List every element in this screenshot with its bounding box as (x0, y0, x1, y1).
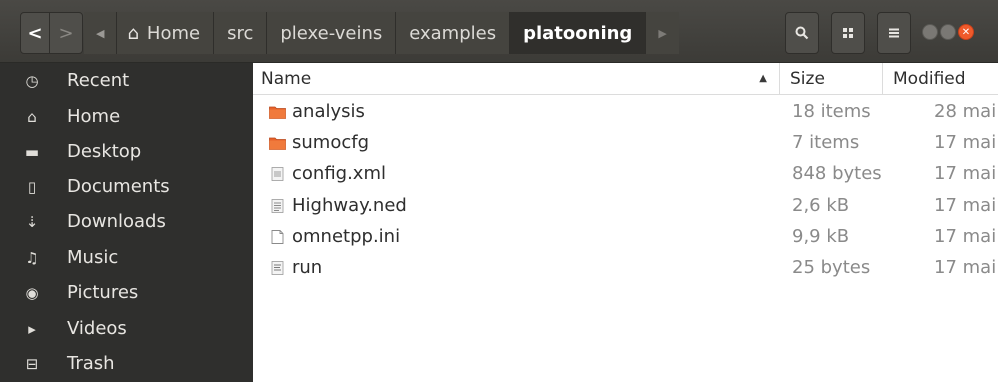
breadcrumb-platooning[interactable]: platooning (510, 12, 647, 54)
breadcrumb-label: Home (146, 22, 201, 44)
sidebar-item-desktop[interactable]: ▬ Desktop (0, 134, 253, 169)
sidebar-item-label: Downloads (67, 211, 166, 232)
file-name: omnetpp.ini (292, 226, 401, 247)
sidebar-item-home[interactable]: ⌂ Home (0, 99, 253, 134)
forward-button[interactable]: > (49, 12, 83, 54)
folder-icon: ▬ (24, 142, 40, 161)
breadcrumb-label: src (227, 22, 254, 44)
file-modified: 28 mai (934, 101, 997, 122)
sidebar-item-label: Home (67, 106, 121, 127)
breadcrumb: ◀ ⌂ Home src plexe-veins examples platoo… (84, 12, 679, 54)
file-list: Name ▲ Size Modified analysis 18 items 2… (253, 63, 998, 382)
sidebar-item-label: Pictures (67, 282, 139, 303)
sidebar-item-downloads[interactable]: ⇣ Downloads (0, 204, 253, 239)
file-size: 18 items (792, 101, 871, 122)
breadcrumb-scroll-right[interactable]: ▶ (646, 12, 679, 54)
hamburger-icon (889, 28, 899, 38)
sidebar-item-music[interactable]: ♫ Music (0, 240, 253, 275)
grid-icon (843, 28, 853, 38)
sidebar-item-label: Recent (67, 70, 130, 91)
sidebar-item-documents[interactable]: ▯ Documents (0, 169, 253, 204)
sidebar-item-pictures[interactable]: ◉ Pictures (0, 275, 253, 310)
sidebar-item-videos[interactable]: ▸ Videos (0, 311, 253, 346)
file-size: 7 items (792, 132, 860, 153)
file-modified: 17 mai (934, 195, 997, 216)
sort-ascending-icon: ▲ (759, 73, 767, 84)
video-icon: ▸ (28, 319, 36, 338)
menu-button[interactable] (877, 12, 911, 54)
file-name: config.xml (292, 163, 386, 184)
script-file-icon (271, 261, 284, 275)
sidebar-item-label: Trash (67, 353, 115, 374)
file-row-run[interactable]: run 25 bytes 17 mai (253, 253, 998, 284)
sidebar-item-label: Documents (67, 176, 170, 197)
breadcrumb-src[interactable]: src (214, 12, 268, 54)
breadcrumb-home[interactable]: ⌂ Home (117, 12, 215, 54)
column-header-label: Size (790, 68, 825, 89)
forward-icon: > (58, 22, 74, 44)
trash-icon: ⊟ (25, 354, 39, 373)
sidebar-item-label: Desktop (67, 141, 142, 162)
folder-icon (269, 106, 286, 119)
file-manager-window: < > ◀ ⌂ Home src plexe-veins examples pl (0, 0, 998, 382)
file-size: 9,9 kB (792, 226, 850, 247)
sidebar-item-label: Music (67, 247, 119, 268)
column-header-modified[interactable]: Modified (883, 63, 998, 95)
breadcrumb-examples[interactable]: examples (396, 12, 511, 54)
file-name: Highway.ned (292, 195, 407, 216)
folder-icon (269, 137, 286, 150)
column-header-label: Modified (893, 68, 966, 89)
file-row-config-xml[interactable]: config.xml 848 bytes 17 mai (253, 159, 998, 190)
header-bar: < > ◀ ⌂ Home src plexe-veins examples pl (0, 0, 998, 63)
search-icon (795, 26, 809, 40)
file-modified: 17 mai (934, 257, 997, 278)
music-icon: ♫ (25, 248, 39, 267)
file-size: 25 bytes (792, 257, 871, 278)
view-options-button[interactable] (831, 12, 865, 54)
column-header-size[interactable]: Size (780, 63, 883, 95)
file-name: run (292, 257, 323, 278)
breadcrumb-scroll-left[interactable]: ◀ (84, 12, 118, 54)
back-button[interactable]: < (20, 12, 50, 54)
document-icon: ▯ (27, 177, 37, 196)
file-size: 848 bytes (792, 163, 882, 184)
file-modified: 17 mai (934, 226, 997, 247)
blank-file-icon (271, 230, 284, 244)
file-row-sumocfg[interactable]: sumocfg 7 items 17 mai (253, 128, 998, 159)
text-file-icon (271, 199, 284, 213)
breadcrumb-label: plexe-veins (280, 22, 383, 44)
xml-file-icon (271, 167, 284, 181)
close-button[interactable]: ✕ (958, 24, 974, 40)
file-size: 2,6 kB (792, 195, 850, 216)
file-row-highway-ned[interactable]: Highway.ned 2,6 kB 17 mai (253, 191, 998, 222)
clock-icon: ◷ (25, 71, 39, 90)
column-header-label: Name (261, 68, 312, 89)
file-row-analysis[interactable]: analysis 18 items 28 mai (253, 97, 998, 128)
sidebar-item-trash[interactable]: ⊟ Trash (0, 346, 253, 381)
download-icon: ⇣ (25, 212, 39, 231)
camera-icon: ◉ (25, 283, 39, 302)
file-name: sumocfg (292, 132, 369, 153)
sidebar-item-recent[interactable]: ◷ Recent (0, 63, 253, 98)
breadcrumb-label: examples (409, 22, 497, 44)
close-icon: ✕ (961, 26, 971, 38)
maximize-button[interactable] (940, 24, 956, 40)
sidebar-item-label: Videos (67, 318, 127, 339)
file-row-omnetpp-ini[interactable]: omnetpp.ini 9,9 kB 17 mai (253, 222, 998, 253)
chevron-left-icon: ◀ (96, 26, 105, 40)
column-header-name[interactable]: Name ▲ (253, 63, 780, 95)
home-icon: ⌂ (127, 22, 139, 44)
search-button[interactable] (785, 12, 819, 54)
home-icon: ⌂ (27, 107, 37, 126)
sidebar: ◷ Recent ⌂ Home ▬ Desktop ▯ Documents ⇣ … (0, 63, 253, 382)
file-modified: 17 mai (934, 163, 997, 184)
file-modified: 17 mai (934, 132, 997, 153)
breadcrumb-label: platooning (523, 22, 633, 44)
file-name: analysis (292, 101, 365, 122)
chevron-right-icon: ▶ (658, 26, 667, 40)
breadcrumb-plexe-veins[interactable]: plexe-veins (267, 12, 397, 54)
back-icon: < (27, 22, 43, 44)
minimize-button[interactable] (922, 24, 938, 40)
